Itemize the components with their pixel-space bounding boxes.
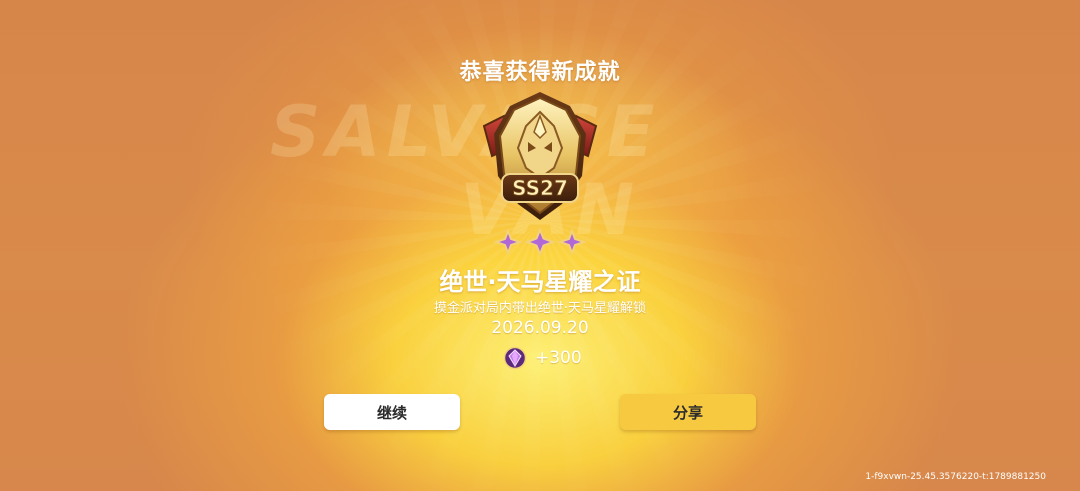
star-icon (524, 228, 556, 256)
achievement-description: 摸金派对局内带出绝世·天马星耀解锁 (433, 301, 647, 316)
achievement-name: 绝世·天马星耀之证 (439, 268, 641, 296)
reward-amount: +300 (535, 348, 582, 368)
pegasus-helmet-badge-icon: SS27 (482, 92, 598, 220)
reward: +300 (503, 346, 582, 370)
star-rating (494, 228, 586, 256)
gem-icon (503, 346, 527, 370)
star-icon (494, 228, 524, 256)
share-button[interactable]: 分享 (620, 394, 756, 430)
star-icon (556, 228, 586, 256)
badge-label: SS27 (512, 176, 568, 200)
achievement-date: 2026.09.20 (491, 318, 589, 338)
popup-title: 恭喜获得新成就 (459, 60, 621, 85)
continue-button[interactable]: 继续 (324, 394, 460, 430)
session-id: 1-f9xvwn-25.45.3576220-t:1789881250 (865, 472, 1046, 482)
